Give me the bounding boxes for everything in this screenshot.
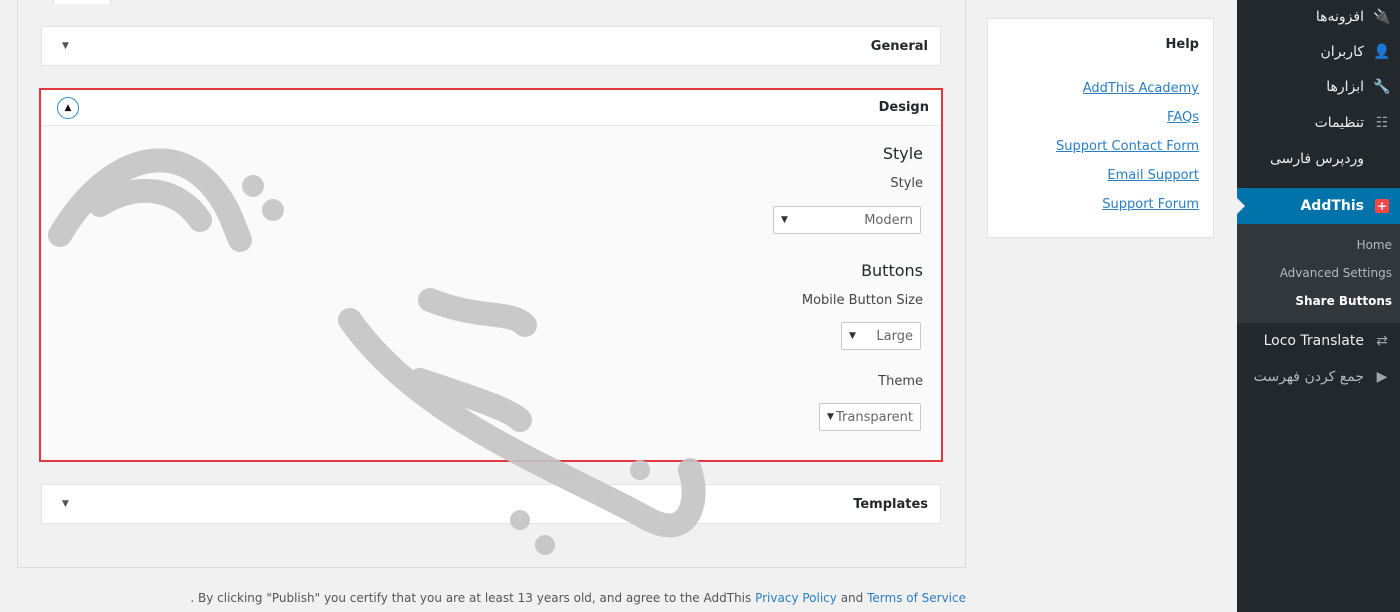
style-label: Style: [890, 176, 923, 191]
sidebar-item-loco-translate[interactable]: ⇄ Loco Translate: [1237, 324, 1400, 358]
publish-disclaimer: . By clicking "Publish" you certify that…: [190, 591, 966, 605]
sidebar-item-label: وردپرس فارسی: [1269, 151, 1364, 167]
mobile-size-select[interactable]: ▼ Large: [841, 322, 921, 350]
dropdown-arrow-icon: ▼: [827, 412, 834, 422]
help-link-email-support[interactable]: Email Support: [1107, 168, 1199, 183]
submenu-advanced-settings[interactable]: Advanced Settings: [1280, 266, 1392, 280]
help-link-faqs[interactable]: FAQs: [1167, 110, 1199, 125]
theme-select-value: Transparent: [836, 409, 913, 425]
sidebar-item-label: AddThis: [1300, 198, 1364, 214]
sidebar-item-addthis[interactable]: + AddThis: [1237, 188, 1400, 224]
design-body: Style Style ▼ Modern Buttons Mobile Butt…: [41, 126, 941, 460]
addthis-plus-icon: +: [1375, 199, 1389, 213]
sidebar-item-settings[interactable]: ☷ تنظیمات: [1237, 106, 1400, 140]
section-design-header[interactable]: ▲ Design: [41, 90, 941, 126]
sidebar-item-plugins[interactable]: 🔌 افزونه‌ها: [1237, 0, 1400, 34]
sidebar-item-tools[interactable]: 🔧 ابزارها: [1237, 70, 1400, 104]
section-design: ▲ Design Style Style ▼ Modern Buttons Mo…: [39, 88, 943, 462]
style-group-title: Style: [882, 144, 923, 163]
section-templates[interactable]: ▼ Templates: [41, 484, 941, 524]
submenu-home[interactable]: Home: [1357, 238, 1392, 252]
style-select[interactable]: ▼ Modern: [773, 206, 921, 234]
sidebar-item-label: تنظیمات: [1314, 115, 1364, 131]
dropdown-arrow-icon: ▼: [849, 331, 856, 341]
help-box: Help AddThis Academy FAQs Support Contac…: [987, 18, 1214, 238]
section-general-title: General: [870, 38, 928, 54]
mobile-size-label: Mobile Button Size: [801, 293, 923, 308]
caret-down-icon[interactable]: ▼: [62, 41, 69, 51]
help-title: Help: [1165, 37, 1199, 52]
help-link-contact-form[interactable]: Support Contact Form: [1056, 139, 1199, 154]
sidebar-item-label: افزونه‌ها: [1315, 9, 1364, 25]
section-general-header[interactable]: ▼ General: [42, 27, 940, 65]
section-templates-title: Templates: [853, 496, 928, 512]
sidebar-item-label: ابزارها: [1326, 79, 1364, 95]
section-design-title: Design: [878, 100, 929, 115]
section-templates-header[interactable]: ▼ Templates: [42, 485, 940, 523]
dropdown-arrow-icon: ▼: [781, 215, 788, 225]
help-link-support-forum[interactable]: Support Forum: [1102, 197, 1199, 212]
translate-icon: ⇄: [1376, 333, 1388, 349]
collapse-menu-icon: ▶: [1376, 369, 1388, 385]
sidebar-collapse-menu[interactable]: ▶ جمع کردن فهرست: [1237, 360, 1400, 394]
sidebar-item-label: کاربران: [1320, 44, 1364, 60]
admin-sidebar: 🔌 افزونه‌ها 👤 کاربران 🔧 ابزارها ☷ تنظیما…: [1237, 0, 1400, 612]
disclaimer-text: . By clicking "Publish" you certify that…: [190, 591, 752, 605]
disclaimer-and: and: [840, 591, 864, 605]
collapse-up-icon[interactable]: ▲: [57, 96, 79, 119]
submenu-share-buttons[interactable]: Share Buttons: [1295, 294, 1392, 308]
sidebar-item-users[interactable]: 👤 کاربران: [1237, 35, 1400, 69]
settings-sliders-icon: ☷: [1375, 115, 1389, 131]
user-icon: 👤: [1373, 44, 1391, 60]
addthis-submenu: Home Advanced Settings Share Buttons: [1237, 224, 1400, 323]
privacy-policy-link[interactable]: Privacy Policy: [755, 591, 837, 605]
plugin-icon: 🔌: [1373, 9, 1391, 25]
theme-label: Theme: [878, 374, 923, 389]
sidebar-item-persian-wp[interactable]: وردپرس فارسی: [1237, 142, 1400, 176]
section-general[interactable]: ▼ General: [41, 26, 941, 66]
caret-down-icon[interactable]: ▼: [62, 499, 69, 509]
settings-panel: ▼ General ▲ Design Style Style ▼ Modern …: [17, 0, 966, 568]
mobile-size-value: Large: [876, 328, 913, 344]
wrench-icon: 🔧: [1373, 79, 1391, 95]
theme-select[interactable]: ▼ Transparent: [819, 403, 921, 431]
tab-stub[interactable]: [53, 0, 111, 4]
style-select-value: Modern: [864, 212, 913, 228]
terms-of-service-link[interactable]: Terms of Service: [867, 591, 966, 605]
sidebar-item-label: Loco Translate: [1263, 333, 1364, 349]
help-link-academy[interactable]: AddThis Academy: [1083, 81, 1199, 96]
sidebar-item-label: جمع کردن فهرست: [1253, 369, 1364, 385]
buttons-group-title: Buttons: [861, 261, 923, 280]
